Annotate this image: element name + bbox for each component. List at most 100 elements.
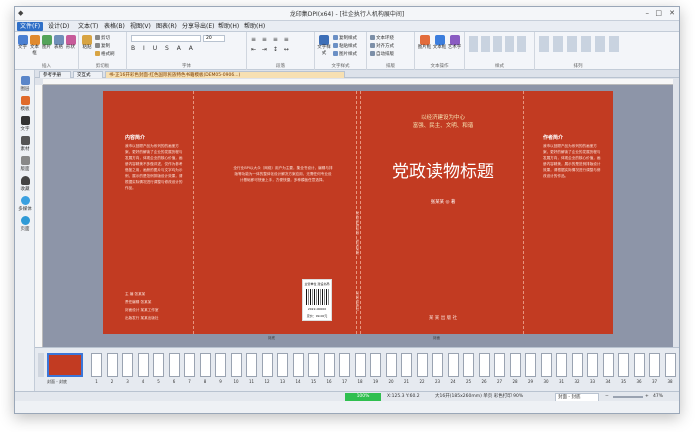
menu-chart[interactable]: 图表(R)	[153, 22, 180, 31]
book-cover-spread[interactable]: 内容简介 我市以回顾产品为系列的的画册方案，更好的解读了企业的发展历程与发展方向…	[103, 91, 613, 340]
page-thumbnail[interactable]	[432, 353, 443, 377]
insert-text-button[interactable]: 文字	[17, 35, 28, 51]
menu-help-2[interactable]: 帮助(H)	[241, 22, 268, 31]
front-motto-1[interactable]: 以经济建设为中心	[373, 113, 513, 121]
thumb-cover[interactable]	[47, 353, 83, 377]
page-thumbnail[interactable]	[246, 353, 257, 377]
page-thumbnail[interactable]	[602, 353, 614, 377]
page-thumbnail[interactable]	[556, 353, 567, 377]
page-thumbnail[interactable]	[370, 353, 381, 377]
author-flap-text[interactable]: 我市以回顾产品为系列的的画册方案，更好的解读了企业的发展历程与发展方向，体现企业…	[543, 143, 601, 223]
image-frame-button[interactable]: 图片框	[417, 35, 432, 51]
cut-button[interactable]: 剪切	[95, 35, 110, 42]
zoom-out-icon[interactable]: −	[605, 393, 609, 401]
insert-image-button[interactable]: 图片	[41, 35, 52, 51]
tab-interactive[interactable]: 交互式	[73, 71, 103, 78]
spine-title[interactable]: 党政读物标题 · 张某某 著	[356, 211, 360, 255]
page-thumbnail[interactable]	[91, 353, 102, 377]
front-cover-author[interactable]: 张某某 ◎ 著	[373, 199, 513, 205]
page-thumbnail[interactable]	[137, 353, 149, 377]
page-thumbnail[interactable]	[416, 353, 428, 377]
page-thumbnail[interactable]	[184, 353, 195, 377]
page-thumbnail[interactable]	[633, 353, 645, 377]
page-thumbnail[interactable]	[106, 353, 118, 377]
book-info-publisher[interactable]: 出版发行 某某出版社	[125, 315, 185, 321]
style-gallery[interactable]	[469, 36, 529, 52]
tab-reference-manual[interactable]: 参考手册	[39, 71, 71, 78]
vertical-ruler[interactable]	[35, 85, 43, 347]
barcode-box[interactable]: 主管单位 建设书局 2022-00000 定价：99.00元	[302, 279, 332, 321]
sidebar-item-pages[interactable]: 页面	[15, 216, 35, 232]
sidebar-item-layout[interactable]: 版面	[15, 156, 35, 172]
spine-publisher[interactable]: 某某出版社	[356, 291, 360, 311]
close-icon[interactable]: ✕	[669, 9, 675, 18]
page-thumbnail[interactable]	[478, 353, 490, 377]
page-thumbnail[interactable]	[509, 353, 521, 377]
sidebar-item-media[interactable]: 多媒体	[15, 196, 35, 212]
menu-table[interactable]: 表格(B)	[101, 22, 128, 31]
align-buttons[interactable]: ≡ ≡ ≡ ≡	[251, 36, 291, 43]
page-thumbnail[interactable]	[277, 353, 288, 377]
strip-scroll-left[interactable]	[38, 353, 44, 377]
page-thumbnail[interactable]	[230, 353, 242, 377]
sidebar-item-favorites[interactable]: 收藏	[15, 176, 35, 192]
page-thumbnail[interactable]	[587, 353, 598, 377]
page-thumbnail[interactable]	[354, 353, 366, 377]
tab-book-cover[interactable]: 书-正16开彩色封面-红色国际民族特色书籍模板(DEM05-0906...)	[105, 71, 345, 78]
text-wrap-button[interactable]: 文本环绕	[370, 35, 394, 42]
page-thumbnail[interactable]	[494, 353, 505, 377]
menu-text[interactable]: 文本(T)	[75, 22, 101, 31]
page-thumbnail[interactable]	[292, 353, 304, 377]
page-thumbnail[interactable]	[447, 353, 459, 377]
align-mode-button[interactable]: 对齐方式	[370, 43, 394, 50]
text-frame-button[interactable]: 文本框	[432, 35, 447, 51]
text-style-button[interactable]: 文字样式	[317, 35, 331, 57]
menu-file[interactable]: 文件(F)	[17, 22, 44, 31]
horizontal-scrollbar[interactable]	[15, 401, 679, 413]
page-thumbnail[interactable]	[649, 353, 660, 377]
zoom-slider[interactable]	[613, 396, 643, 398]
font-family-select[interactable]	[131, 35, 201, 42]
paste-style-button[interactable]: 粘贴样式	[333, 43, 357, 50]
auto-layout-button[interactable]: 自动排版	[370, 51, 394, 58]
arrange-buttons[interactable]	[539, 36, 619, 52]
font-style-buttons[interactable]: B I U S A A	[131, 45, 196, 52]
sidebar-item-material[interactable]: 素材	[15, 136, 35, 152]
menu-help[interactable]: 帮助(H)	[215, 22, 242, 31]
menu-design[interactable]: 设计(D)	[45, 22, 72, 31]
zoom-in-icon[interactable]: +	[645, 393, 649, 401]
page-thumbnail[interactable]	[261, 353, 273, 377]
maximize-icon[interactable]: □	[655, 9, 662, 18]
insert-table-button[interactable]: 表格	[53, 35, 64, 51]
sidebar-item-text[interactable]: 文字	[15, 116, 35, 132]
menu-view[interactable]: 视图(V)	[127, 22, 154, 31]
book-info-responsible[interactable]: 责任编辑 张某某	[125, 299, 185, 305]
format-painter-button[interactable]: 格式刷	[95, 51, 115, 58]
page-thumbnail[interactable]	[664, 353, 676, 377]
book-info-editor[interactable]: 主 编 张某某	[125, 291, 185, 297]
front-cover-title[interactable]: 党政读物标题	[373, 157, 513, 182]
page-thumbnail[interactable]	[385, 353, 397, 377]
page-thumbnail[interactable]	[540, 353, 552, 377]
paste-button[interactable]: 粘贴	[81, 35, 93, 51]
design-canvas[interactable]: 内容简介 我市以回顾产品为系列的的画册方案，更好的解读了企业的发展历程与发展方向…	[43, 85, 673, 347]
page-thumbnail[interactable]	[122, 353, 133, 377]
insert-textbox-button[interactable]: 文本框	[29, 35, 40, 57]
back-flap-title[interactable]: 内容简介	[125, 134, 145, 141]
page-thumbnail[interactable]	[168, 353, 180, 377]
page-thumbnail[interactable]	[618, 353, 629, 377]
front-motto-2[interactable]: 富强、民主、文明、和谐	[373, 121, 513, 129]
page-thumbnail[interactable]	[401, 353, 412, 377]
page-thumbnail[interactable]	[215, 353, 226, 377]
art-text-button[interactable]: 艺术字	[447, 35, 462, 51]
menu-share-export[interactable]: 分享导出(E)	[179, 22, 217, 31]
insert-shape-button[interactable]: 形状	[65, 35, 76, 51]
front-cover-publisher[interactable]: 某 某 出 版 社	[373, 315, 513, 321]
author-flap-title[interactable]: 作者简介	[543, 134, 563, 141]
back-flap-text[interactable]: 我市以回顾产品为系列的的画册方案，更好的解读了企业的发展历程与发展方向，体现企业…	[125, 143, 183, 223]
sidebar-item-layers[interactable]: 图层	[15, 76, 35, 92]
page-thumbnail[interactable]	[323, 353, 335, 377]
page-thumbnail[interactable]	[199, 353, 211, 377]
book-info-design[interactable]: 封面设计 某某工作室	[125, 307, 185, 313]
font-size-select[interactable]: 20	[203, 35, 225, 42]
